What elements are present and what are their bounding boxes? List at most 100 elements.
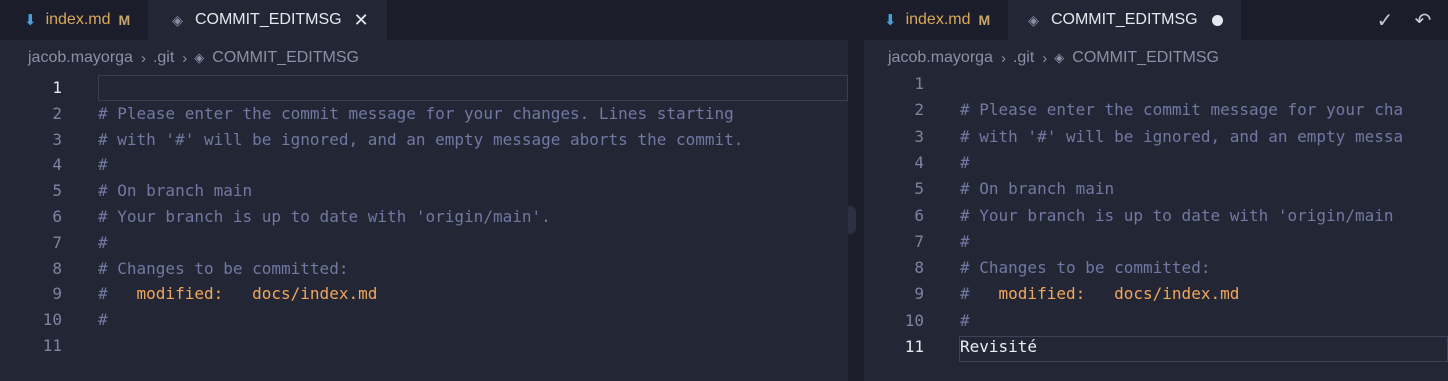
tab-bar: ⬇ index.md M ◈ COMMIT_EDITMSG xyxy=(864,0,1448,40)
code-line[interactable]: 3 # with '#' will be ignored, and an empt… xyxy=(864,124,1448,150)
line-text: # Please enter the commit message for yo… xyxy=(98,103,734,123)
modified-file-entry: modified: docs/index.md xyxy=(136,284,378,304)
code-line[interactable]: 9 # modified: docs/index.md xyxy=(0,281,848,307)
editor-group-right: ⬇ index.md M ◈ COMMIT_EDITMSG ✓ ↶ jacob.… xyxy=(864,0,1448,381)
line-text: # On branch main xyxy=(98,181,253,201)
git-file-icon: ◈ xyxy=(172,11,183,28)
tab-commit-editmsg[interactable]: ◈ COMMIT_EDITMSG ✕ xyxy=(148,0,387,40)
breadcrumb-item-folder[interactable]: jacob.mayorga xyxy=(28,49,133,67)
line-text: # xyxy=(960,310,970,330)
line-number: 4 xyxy=(52,155,62,175)
modified-badge: M xyxy=(118,12,131,28)
line-number: 10 xyxy=(42,310,62,330)
code-line[interactable]: 1 xyxy=(864,71,1448,97)
line-text: # with '#' will be ignored, and an empty… xyxy=(960,126,1404,146)
code-line[interactable]: 6 # Your branch is up to date with 'origi… xyxy=(0,204,848,230)
line-text: # Please enter the commit message for yo… xyxy=(960,100,1404,120)
code-line[interactable]: 11 Revisité xyxy=(864,334,1448,360)
code-line[interactable]: 7 # xyxy=(0,230,848,256)
tab-label: COMMIT_EDITMSG xyxy=(194,11,342,28)
line-text: # Your branch is up to date with 'origin… xyxy=(98,207,551,226)
tab-label: COMMIT_EDITMSG xyxy=(1050,11,1198,28)
undo-icon[interactable]: ↶ xyxy=(1412,8,1434,33)
code-line[interactable]: 10 # xyxy=(0,307,848,333)
tab-index-md[interactable]: ⬇ index.md M xyxy=(864,0,1008,40)
close-tab-icon[interactable]: ✕ xyxy=(354,10,369,31)
comment-prefix: # xyxy=(98,284,137,304)
modified-file-entry: modified: docs/index.md xyxy=(998,284,1240,304)
line-number: 6 xyxy=(52,207,62,226)
git-file-icon: ◈ xyxy=(194,50,205,65)
markdown-file-icon: ⬇ xyxy=(24,12,37,29)
code-editor[interactable]: 1 2 # Please enter the commit message for … xyxy=(0,73,848,381)
code-line[interactable]: 1 xyxy=(0,75,848,101)
tab-commit-editmsg[interactable]: ◈ COMMIT_EDITMSG xyxy=(1008,0,1241,40)
line-text: # xyxy=(98,232,108,252)
breadcrumb: jacob.mayorga › .git › ◈ COMMIT_EDITMSG xyxy=(888,44,1219,72)
breadcrumb-item-file[interactable]: COMMIT_EDITMSG xyxy=(1072,49,1219,67)
code-line[interactable]: 8 # Changes to be committed: xyxy=(864,255,1448,281)
code-line[interactable]: 2 # Please enter the commit message for y… xyxy=(864,97,1448,123)
line-number: 8 xyxy=(914,258,924,278)
chevron-right-icon: › xyxy=(1000,49,1006,67)
code-line[interactable]: 4 # xyxy=(864,150,1448,176)
git-file-icon: ◈ xyxy=(1028,11,1039,28)
scrollbar-thumb[interactable] xyxy=(848,206,856,234)
line-number: 3 xyxy=(52,129,62,149)
git-file-icon: ◈ xyxy=(1054,50,1065,65)
line-number: 1 xyxy=(52,78,62,97)
code-line[interactable]: 5 # On branch main xyxy=(0,178,848,204)
breadcrumb-item-file[interactable]: COMMIT_EDITMSG xyxy=(212,49,359,67)
code-line[interactable]: 2 # Please enter the commit message for y… xyxy=(0,101,848,127)
line-text: # modified: docs/index.md xyxy=(960,281,1239,307)
comment-prefix: # xyxy=(960,284,999,304)
tab-label: index.md xyxy=(45,11,111,28)
editor-group-left: ⬇ index.md M ◈ COMMIT_EDITMSG ✕ jacob.ma… xyxy=(0,0,848,381)
line-number: 10 xyxy=(904,310,924,330)
breadcrumb-item-git[interactable]: .git xyxy=(1013,49,1034,67)
line-number: 9 xyxy=(914,284,924,304)
line-text: # Your branch is up to date with 'origin… xyxy=(960,205,1394,225)
line-number: 7 xyxy=(52,232,62,252)
line-text: # Changes to be committed: xyxy=(98,258,349,278)
modified-badge: M xyxy=(978,12,991,28)
breadcrumb-item-folder[interactable]: jacob.mayorga xyxy=(888,49,993,67)
code-line[interactable]: 11 xyxy=(0,333,848,359)
line-number: 9 xyxy=(52,284,62,304)
line-number: 2 xyxy=(914,100,924,120)
line-number: 7 xyxy=(914,231,924,251)
code-line[interactable]: 10 # xyxy=(864,308,1448,334)
chevron-right-icon: › xyxy=(140,49,146,67)
line-text: # xyxy=(98,155,108,175)
tab-label: index.md xyxy=(905,11,971,28)
line-text: # xyxy=(960,231,970,251)
line-number: 5 xyxy=(52,181,62,201)
commit-check-icon[interactable]: ✓ xyxy=(1374,8,1396,33)
line-number: 11 xyxy=(42,336,62,355)
line-number: 3 xyxy=(914,126,924,146)
code-line[interactable]: 8 # Changes to be committed: xyxy=(0,256,848,282)
line-text: # xyxy=(960,152,970,172)
line-number: 11 xyxy=(904,337,924,356)
tab-index-md[interactable]: ⬇ index.md M xyxy=(0,0,148,40)
unsaved-dot-icon[interactable] xyxy=(1211,14,1223,26)
line-text: # modified: docs/index.md xyxy=(98,281,377,307)
code-line[interactable]: 4 # xyxy=(0,152,848,178)
chevron-right-icon: › xyxy=(182,49,188,67)
code-line[interactable]: 6 # Your branch is up to date with 'origi… xyxy=(864,203,1448,229)
line-number: 2 xyxy=(52,103,62,123)
line-text: Revisité xyxy=(960,334,1037,360)
line-number: 8 xyxy=(52,258,62,278)
code-line[interactable]: 5 # On branch main xyxy=(864,176,1448,202)
code-editor[interactable]: 1 2 # Please enter the commit message for … xyxy=(864,73,1448,381)
breadcrumb-item-git[interactable]: .git xyxy=(153,49,174,67)
code-line[interactable]: 3 # with '#' will be ignored, and an empt… xyxy=(0,127,848,153)
split-divider[interactable] xyxy=(848,0,864,381)
tab-bar: ⬇ index.md M ◈ COMMIT_EDITMSG ✕ xyxy=(0,0,848,40)
code-line[interactable]: 7 # xyxy=(864,229,1448,255)
markdown-file-icon: ⬇ xyxy=(884,12,897,29)
line-number: 1 xyxy=(914,74,924,93)
commit-message-text[interactable]: Revisité xyxy=(960,337,1037,356)
code-line[interactable]: 9 # modified: docs/index.md xyxy=(864,281,1448,307)
line-text: # Changes to be committed: xyxy=(960,258,1211,278)
